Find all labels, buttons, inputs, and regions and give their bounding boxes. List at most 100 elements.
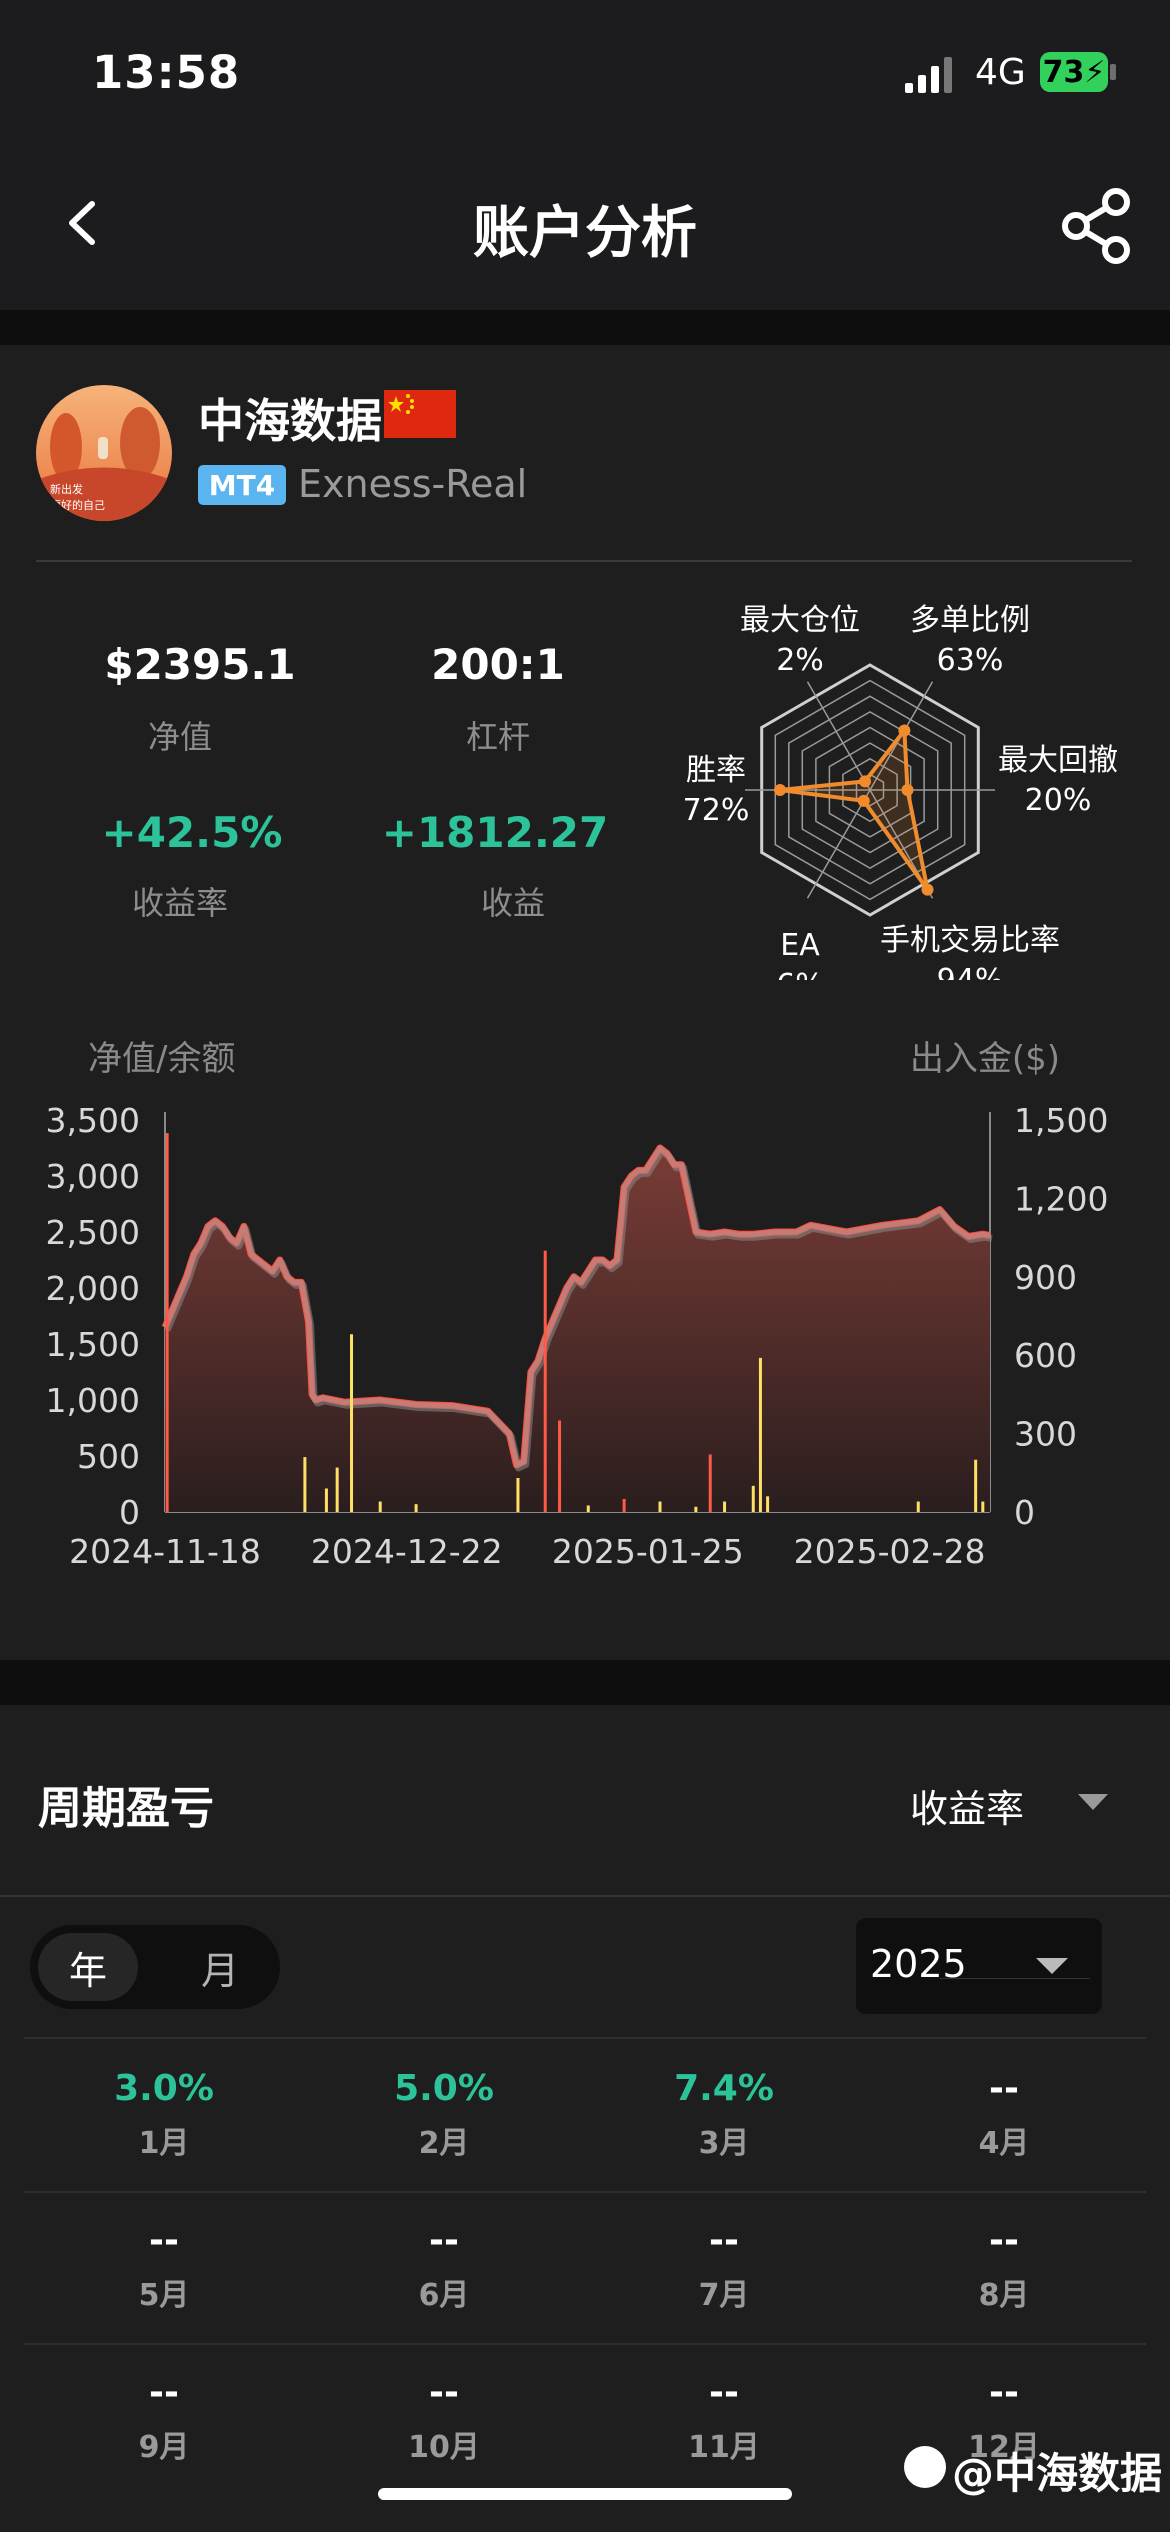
radar-point — [774, 784, 786, 796]
month-label: 10月 — [408, 2430, 480, 2465]
month-label: 2月 — [418, 2126, 470, 2161]
radar-point — [859, 775, 871, 788]
network-type: 4G — [975, 52, 1026, 93]
y-left-tick: 1,500 — [46, 1325, 140, 1364]
divider — [24, 2191, 1146, 2193]
broker-name: Exness-Real — [298, 462, 528, 506]
divider — [24, 2037, 1146, 2039]
share-icon[interactable] — [1058, 186, 1138, 266]
toggle-month[interactable]: 月 — [170, 1933, 270, 2001]
year-dropdown-value: 2025 — [870, 1942, 967, 1986]
profit-value: +1812.27 — [381, 808, 609, 857]
equity-balance-chart: 净值/余额 出入金($) 3,500 3,000 2,500 2,000 1,500 1,00… — [46, 1039, 1109, 1571]
signal-icon — [905, 57, 952, 93]
y-left-tick: 3,000 — [46, 1157, 140, 1196]
period-title: 周期盈亏 — [38, 1783, 214, 1834]
right-axis-title: 出入金($) — [910, 1039, 1060, 1079]
divider — [0, 1895, 1170, 1897]
y-right-tick: 300 — [1014, 1415, 1077, 1454]
month-value[interactable]: 3.0% — [24, 2068, 304, 2109]
month-value[interactable]: 7.4% — [584, 2068, 864, 2109]
section-gap — [0, 310, 1170, 345]
month-label: 4月 — [978, 2126, 1030, 2161]
y-left-tick: 2,000 — [46, 1269, 140, 1308]
month-value[interactable]: 5.0% — [304, 2068, 584, 2109]
radar-value: 20% — [1025, 783, 1092, 818]
radar-value: 94% — [937, 963, 1004, 980]
y-right-tick: 1,200 — [1014, 1179, 1108, 1218]
radar-value: 72% — [683, 793, 750, 828]
month-value[interactable]: -- — [24, 2372, 304, 2413]
radar-value: 6% — [776, 968, 824, 980]
radar-point — [898, 724, 911, 737]
watermark-text: @中海数据 — [952, 2449, 1163, 2498]
radar-label: EA — [780, 928, 820, 963]
profit-label: 收益 — [480, 884, 545, 922]
month-value[interactable]: -- — [584, 2372, 864, 2413]
divider — [36, 560, 1132, 562]
dropdown-underline — [940, 1978, 1090, 1979]
account-name: 中海数据 — [198, 394, 382, 448]
return-rate-value: +42.5% — [101, 808, 283, 857]
radar-point — [921, 883, 934, 896]
month-value[interactable]: -- — [304, 2372, 584, 2413]
metric-dropdown-value: 收益率 — [910, 1787, 1025, 1831]
y-left-tick: 2,500 — [46, 1213, 140, 1252]
section-gap — [0, 1660, 1170, 1705]
metric-dropdown[interactable]: 收益率 — [910, 1778, 1024, 1833]
month-value[interactable]: -- — [864, 2220, 1144, 2261]
month-label: 9月 — [138, 2430, 190, 2465]
y-right-tick: 0 — [1014, 1493, 1035, 1532]
return-rate-label: 收益率 — [131, 884, 228, 922]
radar-value: 2% — [776, 643, 824, 678]
chevron-down-icon[interactable] — [1078, 1794, 1108, 1812]
radar-label: 多单比例 — [910, 603, 1030, 638]
month-value[interactable]: -- — [24, 2220, 304, 2261]
month-label: 7月 — [698, 2278, 750, 2313]
radar-label: 手机交易比率 — [880, 923, 1060, 958]
avatar[interactable]: 新出发 更好的自己 — [36, 385, 172, 521]
radar-label: 最大仓位 — [740, 603, 860, 638]
x-tick: 2024-11-18 — [69, 1532, 261, 1571]
chevron-down-icon[interactable] — [1036, 1958, 1068, 1976]
radar-label: 胜率 — [686, 753, 746, 788]
month-label: 8月 — [978, 2278, 1030, 2313]
month-label: 11月 — [688, 2430, 760, 2465]
radar-value: 63% — [937, 643, 1004, 678]
battery-icon: 73 ⚡ — [1040, 52, 1108, 92]
month-value[interactable]: -- — [584, 2220, 864, 2261]
month-label: 3月 — [698, 2126, 750, 2161]
y-left-tick: 1,000 — [46, 1381, 140, 1420]
month-label: 6月 — [418, 2278, 470, 2313]
x-tick: 2024-12-22 — [311, 1532, 503, 1571]
radar-chart: 最大仓位 2% 多单比例 63% 最大回撤 20% 手机交易比率 94% EA 6% 胜率 72% — [683, 603, 1118, 980]
radar-label: 最大回撤 — [998, 743, 1118, 778]
china-flag-icon — [384, 390, 456, 438]
leverage-label: 杠杆 — [465, 718, 530, 756]
equity-area — [165, 1148, 990, 1512]
equity-value: $2395.1 — [104, 640, 296, 689]
y-right-tick: 600 — [1014, 1336, 1077, 1375]
month-value[interactable]: -- — [864, 2372, 1144, 2413]
toggle-year[interactable]: 年 — [38, 1933, 138, 2001]
x-tick: 2025-02-28 — [794, 1532, 986, 1571]
month-value[interactable]: -- — [864, 2068, 1144, 2109]
month-label: 1月 — [138, 2126, 190, 2161]
battery-nub — [1110, 64, 1116, 80]
page-title: 账户分析 — [473, 201, 697, 266]
y-left-tick: 0 — [119, 1493, 140, 1532]
left-axis-title: 净值/余额 — [88, 1039, 235, 1079]
battery-level: 73 — [1042, 54, 1085, 90]
y-left-tick: 500 — [77, 1437, 140, 1476]
weibo-icon — [904, 2446, 946, 2488]
charging-icon: ⚡ — [1084, 54, 1106, 90]
radar-point — [901, 784, 914, 796]
month-value[interactable]: -- — [304, 2220, 584, 2261]
home-indicator[interactable] — [378, 2488, 792, 2500]
platform-badge: MT4 — [198, 465, 286, 505]
status-time: 13:58 — [92, 46, 241, 99]
radar-point — [857, 794, 870, 807]
month-label: 5月 — [138, 2278, 190, 2313]
avatar-text-1: 新出发 — [50, 482, 83, 496]
y-left-tick: 3,500 — [46, 1101, 140, 1140]
